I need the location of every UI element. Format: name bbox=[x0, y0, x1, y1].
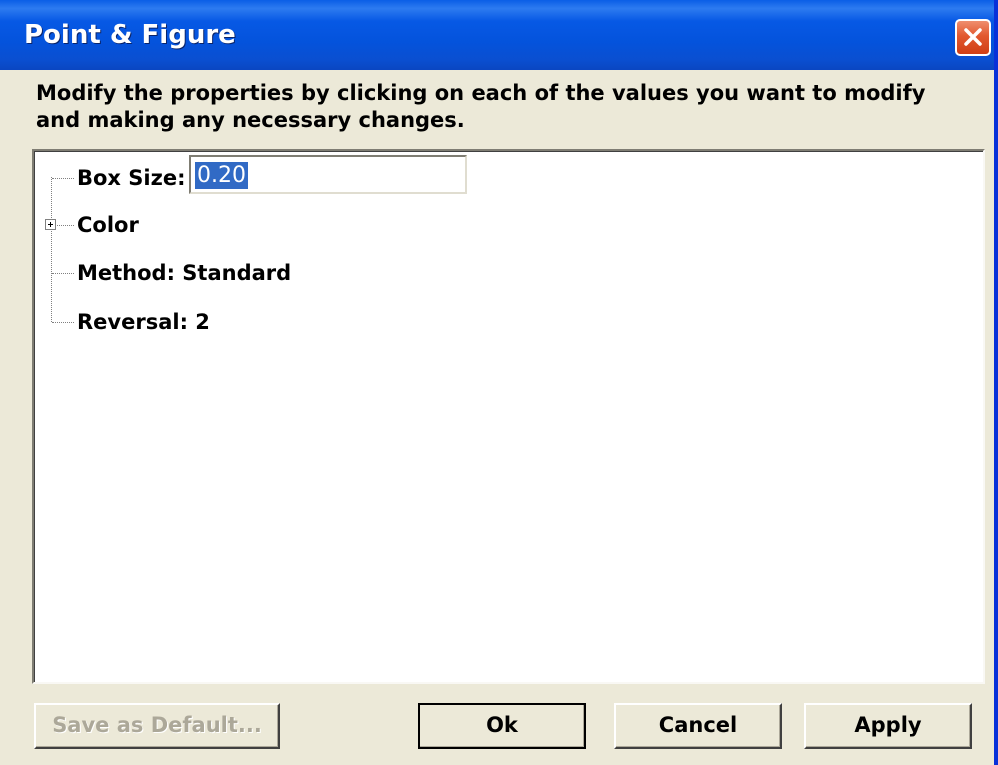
property-tree[interactable]: Box Size: 0.20 Color Method: Standard Re… bbox=[32, 149, 985, 684]
save-as-default-button[interactable]: Save as Default... bbox=[34, 703, 280, 749]
close-icon bbox=[964, 28, 982, 46]
tree-item-color[interactable]: Color bbox=[34, 208, 983, 242]
apply-button[interactable]: Apply bbox=[804, 703, 972, 749]
window-title: Point & Figure bbox=[24, 20, 236, 50]
title-bar[interactable]: Point & Figure bbox=[0, 0, 994, 70]
plus-expander-icon[interactable] bbox=[45, 219, 56, 230]
tree-connector-line bbox=[51, 177, 52, 322]
ok-button[interactable]: Ok bbox=[418, 703, 586, 749]
dialog-window: Point & Figure Modify the properties by … bbox=[0, 0, 998, 765]
close-button[interactable] bbox=[955, 19, 991, 56]
box-size-input[interactable]: 0.20 bbox=[189, 155, 467, 194]
tree-branch-line bbox=[52, 273, 74, 274]
instructions-text: Modify the properties by clicking on eac… bbox=[36, 81, 926, 132]
tree-branch-line bbox=[52, 178, 74, 179]
tree-item-method[interactable]: Method: Standard bbox=[34, 256, 983, 290]
tree-item-reversal[interactable]: Reversal: 2 bbox=[34, 305, 983, 339]
cancel-button[interactable]: Cancel bbox=[614, 703, 782, 749]
box-size-label: Box Size: bbox=[77, 166, 186, 190]
color-label: Color bbox=[77, 213, 139, 237]
tree-branch-line bbox=[52, 322, 74, 323]
reversal-label: Reversal: 2 bbox=[77, 310, 210, 334]
tree-item-box-size[interactable]: Box Size: 0.20 bbox=[34, 155, 983, 195]
method-label: Method: Standard bbox=[77, 261, 292, 285]
box-size-value[interactable]: 0.20 bbox=[195, 162, 248, 189]
